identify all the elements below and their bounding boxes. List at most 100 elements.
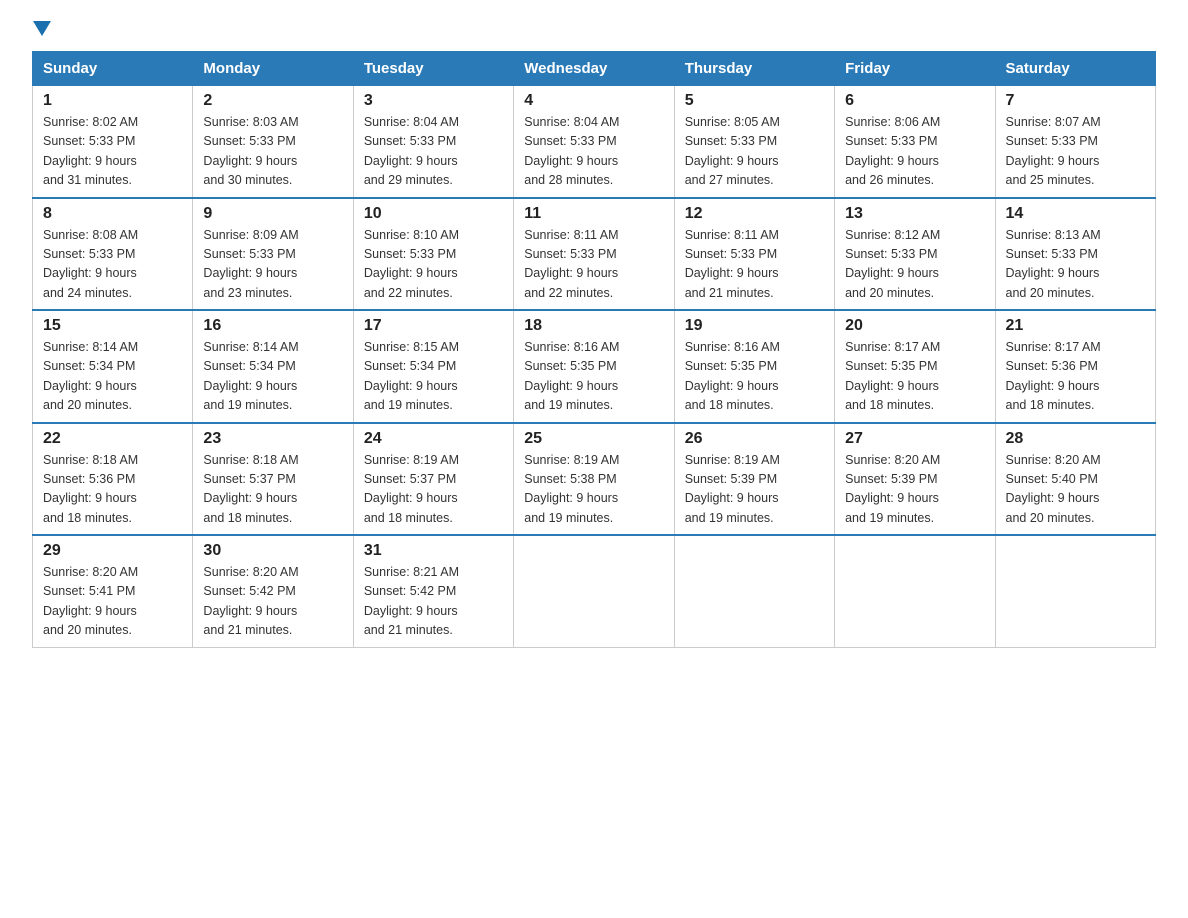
calendar-cell: 17 Sunrise: 8:15 AMSunset: 5:34 PMDaylig…	[353, 310, 513, 423]
day-number: 23	[203, 430, 342, 448]
calendar-cell: 11 Sunrise: 8:11 AMSunset: 5:33 PMDaylig…	[514, 198, 674, 311]
calendar-cell: 29 Sunrise: 8:20 AMSunset: 5:41 PMDaylig…	[33, 535, 193, 647]
calendar-cell: 12 Sunrise: 8:11 AMSunset: 5:33 PMDaylig…	[674, 198, 834, 311]
day-info: Sunrise: 8:06 AMSunset: 5:33 PMDaylight:…	[845, 115, 940, 187]
calendar-cell	[674, 535, 834, 647]
day-info: Sunrise: 8:03 AMSunset: 5:33 PMDaylight:…	[203, 115, 298, 187]
day-info: Sunrise: 8:14 AMSunset: 5:34 PMDaylight:…	[203, 340, 298, 412]
calendar-week-row: 29 Sunrise: 8:20 AMSunset: 5:41 PMDaylig…	[33, 535, 1156, 647]
day-info: Sunrise: 8:07 AMSunset: 5:33 PMDaylight:…	[1006, 115, 1101, 187]
day-number: 6	[845, 92, 984, 110]
day-info: Sunrise: 8:18 AMSunset: 5:37 PMDaylight:…	[203, 453, 298, 525]
day-info: Sunrise: 8:19 AMSunset: 5:37 PMDaylight:…	[364, 453, 459, 525]
calendar-cell: 14 Sunrise: 8:13 AMSunset: 5:33 PMDaylig…	[995, 198, 1155, 311]
weekday-header-row: SundayMondayTuesdayWednesdayThursdayFrid…	[33, 52, 1156, 86]
day-info: Sunrise: 8:05 AMSunset: 5:33 PMDaylight:…	[685, 115, 780, 187]
calendar-cell: 15 Sunrise: 8:14 AMSunset: 5:34 PMDaylig…	[33, 310, 193, 423]
calendar-cell: 27 Sunrise: 8:20 AMSunset: 5:39 PMDaylig…	[835, 423, 995, 536]
day-number: 30	[203, 542, 342, 560]
day-info: Sunrise: 8:16 AMSunset: 5:35 PMDaylight:…	[685, 340, 780, 412]
calendar-cell: 8 Sunrise: 8:08 AMSunset: 5:33 PMDayligh…	[33, 198, 193, 311]
day-info: Sunrise: 8:08 AMSunset: 5:33 PMDaylight:…	[43, 228, 138, 300]
day-info: Sunrise: 8:19 AMSunset: 5:39 PMDaylight:…	[685, 453, 780, 525]
calendar-cell: 19 Sunrise: 8:16 AMSunset: 5:35 PMDaylig…	[674, 310, 834, 423]
day-info: Sunrise: 8:02 AMSunset: 5:33 PMDaylight:…	[43, 115, 138, 187]
day-number: 19	[685, 317, 824, 335]
day-number: 28	[1006, 430, 1145, 448]
calendar-cell: 1 Sunrise: 8:02 AMSunset: 5:33 PMDayligh…	[33, 86, 193, 198]
calendar-cell: 31 Sunrise: 8:21 AMSunset: 5:42 PMDaylig…	[353, 535, 513, 647]
day-number: 25	[524, 430, 663, 448]
day-info: Sunrise: 8:09 AMSunset: 5:33 PMDaylight:…	[203, 228, 298, 300]
day-info: Sunrise: 8:11 AMSunset: 5:33 PMDaylight:…	[685, 228, 779, 300]
calendar-cell: 6 Sunrise: 8:06 AMSunset: 5:33 PMDayligh…	[835, 86, 995, 198]
weekday-header-tuesday: Tuesday	[353, 52, 513, 86]
day-number: 31	[364, 542, 503, 560]
day-number: 17	[364, 317, 503, 335]
day-number: 5	[685, 92, 824, 110]
day-info: Sunrise: 8:17 AMSunset: 5:36 PMDaylight:…	[1006, 340, 1101, 412]
day-number: 14	[1006, 205, 1145, 223]
calendar-cell: 18 Sunrise: 8:16 AMSunset: 5:35 PMDaylig…	[514, 310, 674, 423]
day-info: Sunrise: 8:20 AMSunset: 5:42 PMDaylight:…	[203, 565, 298, 637]
day-info: Sunrise: 8:17 AMSunset: 5:35 PMDaylight:…	[845, 340, 940, 412]
day-number: 21	[1006, 317, 1145, 335]
calendar-cell: 10 Sunrise: 8:10 AMSunset: 5:33 PMDaylig…	[353, 198, 513, 311]
calendar-cell: 21 Sunrise: 8:17 AMSunset: 5:36 PMDaylig…	[995, 310, 1155, 423]
day-info: Sunrise: 8:15 AMSunset: 5:34 PMDaylight:…	[364, 340, 459, 412]
calendar-cell: 20 Sunrise: 8:17 AMSunset: 5:35 PMDaylig…	[835, 310, 995, 423]
day-info: Sunrise: 8:20 AMSunset: 5:40 PMDaylight:…	[1006, 453, 1101, 525]
calendar-cell: 25 Sunrise: 8:19 AMSunset: 5:38 PMDaylig…	[514, 423, 674, 536]
calendar-cell: 5 Sunrise: 8:05 AMSunset: 5:33 PMDayligh…	[674, 86, 834, 198]
calendar-cell: 30 Sunrise: 8:20 AMSunset: 5:42 PMDaylig…	[193, 535, 353, 647]
day-number: 29	[43, 542, 182, 560]
day-number: 7	[1006, 92, 1145, 110]
weekday-header-monday: Monday	[193, 52, 353, 86]
calendar-cell: 26 Sunrise: 8:19 AMSunset: 5:39 PMDaylig…	[674, 423, 834, 536]
page-header	[32, 24, 1156, 39]
day-number: 18	[524, 317, 663, 335]
calendar-cell: 22 Sunrise: 8:18 AMSunset: 5:36 PMDaylig…	[33, 423, 193, 536]
day-number: 15	[43, 317, 182, 335]
weekday-header-friday: Friday	[835, 52, 995, 86]
weekday-header-saturday: Saturday	[995, 52, 1155, 86]
day-number: 22	[43, 430, 182, 448]
weekday-header-wednesday: Wednesday	[514, 52, 674, 86]
calendar-cell: 2 Sunrise: 8:03 AMSunset: 5:33 PMDayligh…	[193, 86, 353, 198]
calendar-cell: 16 Sunrise: 8:14 AMSunset: 5:34 PMDaylig…	[193, 310, 353, 423]
day-info: Sunrise: 8:10 AMSunset: 5:33 PMDaylight:…	[364, 228, 459, 300]
calendar-cell	[514, 535, 674, 647]
day-number: 1	[43, 92, 182, 110]
calendar-cell: 24 Sunrise: 8:19 AMSunset: 5:37 PMDaylig…	[353, 423, 513, 536]
calendar-cell	[835, 535, 995, 647]
day-number: 2	[203, 92, 342, 110]
day-number: 20	[845, 317, 984, 335]
day-info: Sunrise: 8:12 AMSunset: 5:33 PMDaylight:…	[845, 228, 940, 300]
calendar-cell: 3 Sunrise: 8:04 AMSunset: 5:33 PMDayligh…	[353, 86, 513, 198]
day-info: Sunrise: 8:20 AMSunset: 5:41 PMDaylight:…	[43, 565, 138, 637]
calendar-week-row: 15 Sunrise: 8:14 AMSunset: 5:34 PMDaylig…	[33, 310, 1156, 423]
day-number: 12	[685, 205, 824, 223]
day-info: Sunrise: 8:13 AMSunset: 5:33 PMDaylight:…	[1006, 228, 1101, 300]
day-number: 13	[845, 205, 984, 223]
day-number: 24	[364, 430, 503, 448]
day-number: 3	[364, 92, 503, 110]
calendar-table: SundayMondayTuesdayWednesdayThursdayFrid…	[32, 51, 1156, 648]
weekday-header-sunday: Sunday	[33, 52, 193, 86]
calendar-week-row: 8 Sunrise: 8:08 AMSunset: 5:33 PMDayligh…	[33, 198, 1156, 311]
day-number: 16	[203, 317, 342, 335]
day-info: Sunrise: 8:20 AMSunset: 5:39 PMDaylight:…	[845, 453, 940, 525]
day-number: 11	[524, 205, 663, 223]
day-info: Sunrise: 8:11 AMSunset: 5:33 PMDaylight:…	[524, 228, 618, 300]
day-info: Sunrise: 8:04 AMSunset: 5:33 PMDaylight:…	[364, 115, 459, 187]
day-number: 27	[845, 430, 984, 448]
weekday-header-thursday: Thursday	[674, 52, 834, 86]
day-info: Sunrise: 8:18 AMSunset: 5:36 PMDaylight:…	[43, 453, 138, 525]
calendar-cell	[995, 535, 1155, 647]
day-info: Sunrise: 8:14 AMSunset: 5:34 PMDaylight:…	[43, 340, 138, 412]
logo-triangle-icon	[33, 21, 51, 36]
day-info: Sunrise: 8:19 AMSunset: 5:38 PMDaylight:…	[524, 453, 619, 525]
day-number: 9	[203, 205, 342, 223]
day-info: Sunrise: 8:04 AMSunset: 5:33 PMDaylight:…	[524, 115, 619, 187]
day-number: 10	[364, 205, 503, 223]
